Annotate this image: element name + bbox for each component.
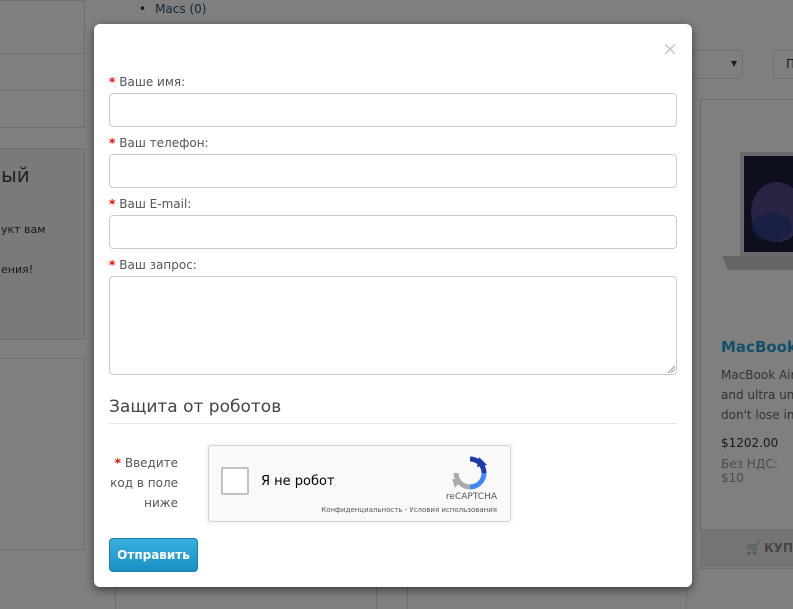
request-field-label-text: Ваш запрос: (119, 258, 197, 272)
required-mark: * (109, 197, 116, 211)
required-mark: * (109, 258, 116, 272)
recaptcha-privacy-terms-links[interactable]: Конфиденциальность - Условия использован… (321, 506, 497, 514)
email-field-label-text: Ваш E-mail: (119, 197, 192, 211)
request-form-modal: × * Ваше имя: * Ваш телефон: * Ваш E-mail: … (94, 24, 692, 587)
required-mark: * (109, 136, 116, 150)
required-mark: * (109, 75, 116, 89)
captcha-section-title: Защита от роботов (109, 397, 282, 417)
submit-button[interactable]: Отправить (109, 538, 198, 572)
name-field-label-text: Ваше имя: (119, 75, 186, 89)
recaptcha-widget: Я не робот reCAPTCHA Конфиденциальность … (208, 445, 511, 522)
required-mark: * (114, 456, 121, 470)
captcha-label-line-3: ниже (144, 496, 178, 510)
recaptcha-brand: reCAPTCHA (445, 492, 497, 502)
recaptcha-checkbox[interactable] (221, 467, 249, 495)
name-input[interactable] (109, 93, 677, 127)
resize-handle-icon[interactable] (667, 365, 675, 373)
phone-input[interactable] (109, 154, 677, 188)
close-icon[interactable]: × (662, 40, 678, 59)
captcha-label-line-2: код в поле (110, 476, 178, 490)
section-divider (109, 423, 677, 424)
email-input[interactable] (109, 215, 677, 249)
captcha-label-line-1: Введите (124, 456, 178, 470)
recaptcha-checkbox-label: Я не робот (261, 474, 335, 489)
name-field-label: * Ваше имя: (109, 75, 185, 89)
phone-field-label-text: Ваш телефон: (119, 136, 209, 150)
recaptcha-logo-icon (452, 456, 487, 490)
captcha-field-label: * Введите код в поле ниже (109, 453, 178, 513)
phone-field-label: * Ваш телефон: (109, 136, 209, 150)
email-field-label: * Ваш E-mail: (109, 197, 191, 211)
request-field-label: * Ваш запрос: (109, 258, 197, 272)
request-textarea[interactable] (109, 276, 677, 375)
